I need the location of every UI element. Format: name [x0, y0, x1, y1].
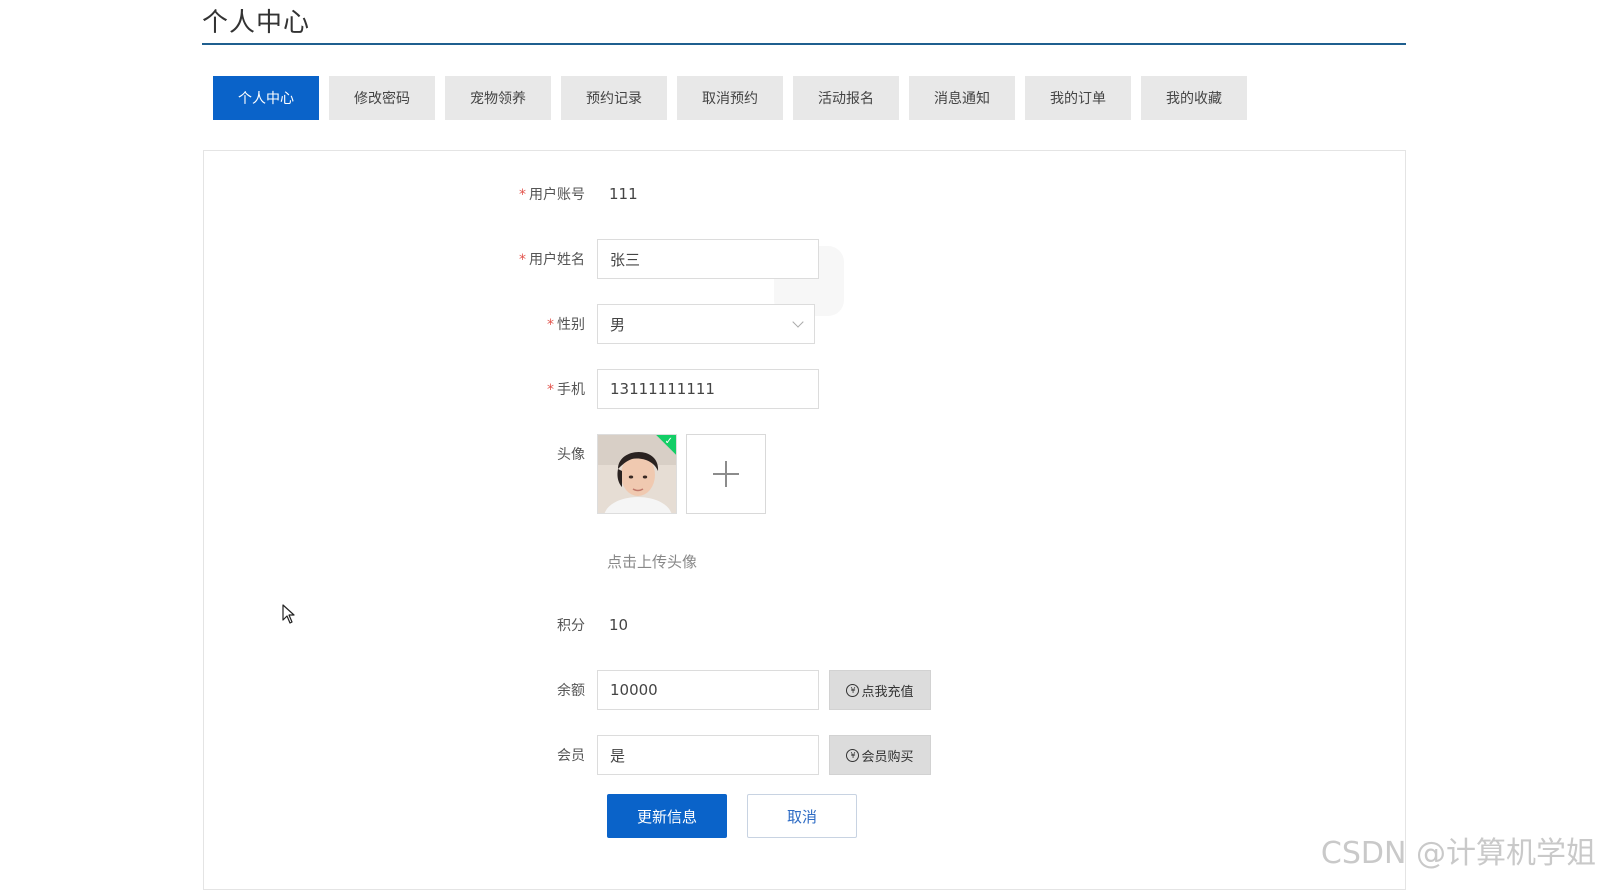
account-value: 111 — [609, 185, 638, 203]
chevron-down-icon — [792, 316, 804, 328]
account-label: * 用户账号 — [519, 187, 585, 203]
tab-profile[interactable]: 个人中心 — [213, 76, 319, 120]
page-title: 个人中心 — [202, 8, 311, 38]
points-value: 10 — [609, 616, 629, 634]
buy-membership-button[interactable]: ¥ 会员购买 — [829, 735, 931, 775]
member-row: 会员 是 ¥ 会员购买 — [204, 735, 931, 775]
tab-my-orders[interactable]: 我的订单 — [1025, 76, 1131, 120]
points-label: 积分 — [557, 618, 585, 634]
tab-cancel-appointment[interactable]: 取消预约 — [677, 76, 783, 120]
tab-bar: 个人中心 修改密码 宠物领养 预约记录 取消预约 活动报名 消息通知 我的订单 … — [213, 76, 1257, 120]
avatar-label: 头像 — [557, 447, 585, 463]
title-divider — [202, 43, 1406, 45]
coin-icon: ¥ — [846, 683, 860, 697]
coin-icon: ¥ — [846, 748, 860, 762]
mouse-pointer-icon — [282, 604, 295, 624]
account-row: * 用户账号 111 — [204, 179, 638, 209]
phone-input[interactable]: 13111111111 — [597, 369, 819, 409]
balance-label: 余额 — [557, 683, 585, 699]
tab-my-favorites[interactable]: 我的收藏 — [1141, 76, 1247, 120]
member-input[interactable]: 是 — [597, 735, 819, 775]
tab-notifications[interactable]: 消息通知 — [909, 76, 1015, 120]
check-icon: ✓ — [664, 436, 673, 447]
name-input[interactable]: 张三 — [597, 239, 819, 279]
cancel-button[interactable]: 取消 — [747, 794, 857, 838]
tab-event-signup[interactable]: 活动报名 — [793, 76, 899, 120]
tab-change-password[interactable]: 修改密码 — [329, 76, 435, 120]
member-label: 会员 — [557, 748, 585, 764]
recharge-button[interactable]: ¥ 点我充值 — [829, 670, 931, 710]
tab-pet-adoption[interactable]: 宠物领养 — [445, 76, 551, 120]
gender-select-value: 男 — [610, 315, 626, 334]
name-row: * 用户姓名 张三 — [204, 239, 819, 279]
name-label: * 用户姓名 — [519, 252, 585, 268]
avatar-upload-tip[interactable]: 点击上传头像 — [607, 551, 697, 572]
watermark: CSDN @计算机学姐 — [1320, 836, 1596, 871]
avatar-upload-button[interactable] — [686, 434, 766, 514]
points-row: 积分 10 — [204, 610, 628, 640]
phone-row: * 手机 13111111111 — [204, 369, 819, 409]
avatar-row: 头像 ✓ — [204, 434, 766, 514]
balance-row: 余额 10000 ¥ 点我充值 — [204, 670, 931, 710]
gender-select[interactable]: 男 — [597, 304, 815, 344]
phone-label: * 手机 — [547, 382, 585, 398]
gender-row: * 性别 男 — [204, 304, 815, 344]
form-actions: 更新信息 取消 — [607, 794, 857, 838]
tab-appointments[interactable]: 预约记录 — [561, 76, 667, 120]
avatar-thumbnail[interactable]: ✓ — [597, 434, 677, 514]
plus-icon — [713, 461, 739, 487]
gender-label: * 性别 — [547, 317, 585, 333]
balance-input[interactable]: 10000 — [597, 670, 819, 710]
update-info-button[interactable]: 更新信息 — [607, 794, 727, 838]
profile-form-panel: * 用户账号 111 * 用户姓名 张三 * 性别 男 * 手机 13111111111… — [203, 150, 1406, 890]
